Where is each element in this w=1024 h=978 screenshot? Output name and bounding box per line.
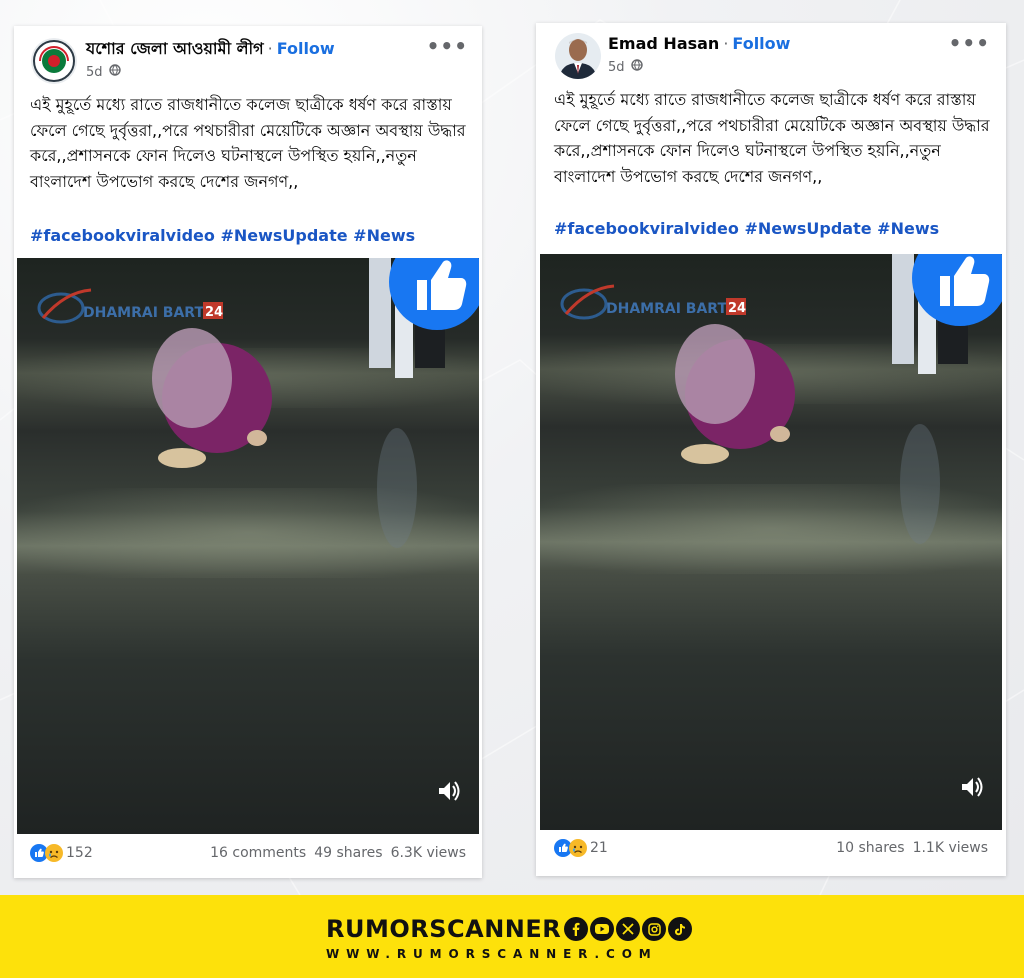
post-header: যশোর জেলা আওয়ামী লীগ · Follow 5d ••• (14, 26, 482, 88)
author-name[interactable]: Emad Hasan (608, 34, 719, 53)
facebook-icon[interactable] (564, 917, 589, 941)
post-time[interactable]: 5d (608, 60, 625, 75)
post-hashtags[interactable]: #facebookviralvideo #NewsUpdate #News (30, 226, 415, 245)
post-text: এই মুহূর্তে মধ্যে রাতে রাজধানীতে কলেজ ছা… (554, 90, 990, 186)
post-meta: 5d (608, 59, 643, 75)
author-name[interactable]: যশোর জেলা আওয়ামী লীগ (86, 39, 264, 58)
news-watermark-logo: DHAMRAI BARTA 24 (558, 278, 758, 332)
sad-icon (45, 844, 63, 862)
facebook-post-card-1: যশোর জেলা আওয়ামী লীগ · Follow 5d ••• এই ম… (14, 26, 482, 878)
separator-dot: · (267, 39, 273, 58)
shares-count[interactable]: 49 shares (314, 845, 382, 861)
watermark-text: DHAMRAI BARTA (606, 301, 737, 317)
comments-count[interactable]: 16 comments (210, 845, 306, 861)
shares-count[interactable]: 10 shares (836, 840, 904, 856)
brand-row: RUMORSCANNER (326, 915, 693, 943)
video-frame (540, 254, 1002, 574)
video-frame (17, 258, 479, 578)
like-overlay-icon (387, 258, 479, 336)
views-count: 6.3K views (390, 845, 466, 861)
more-options-button[interactable]: ••• (949, 31, 990, 55)
website-url[interactable]: WWW.RUMORSCANNER.COM (326, 947, 690, 961)
tiktok-icon[interactable] (668, 917, 693, 941)
reactions[interactable]: 21 (554, 839, 608, 857)
profile-avatar[interactable] (555, 33, 601, 79)
brand-name: RUMORSCANNER (326, 915, 562, 943)
globe-icon (630, 59, 643, 75)
follow-button[interactable]: Follow (277, 39, 335, 58)
reaction-count: 21 (590, 840, 608, 856)
engagement-bar: 152 16 comments 49 shares 6.3K views (30, 844, 466, 862)
watermark-number: 24 (205, 305, 223, 320)
reactions[interactable]: 152 (30, 844, 93, 862)
separator-dot: · (723, 34, 729, 53)
volume-icon[interactable] (437, 780, 461, 806)
social-icons (564, 917, 693, 941)
post-header: Emad Hasan · Follow 5d ••• (536, 23, 1006, 85)
more-options-button[interactable]: ••• (427, 34, 468, 58)
rumorscanner-footer: RUMORSCANNER WWW.RUMORSCANNER.COM (0, 895, 1024, 978)
post-time[interactable]: 5d (86, 65, 103, 80)
reaction-icons (30, 844, 63, 862)
post-text: এই মুহূর্তে মধ্যে রাতে রাজধানীতে কলেজ ছা… (30, 95, 466, 191)
post-counts: 10 shares 1.1K views (836, 840, 988, 856)
views-count: 1.1K views (912, 840, 988, 856)
globe-icon (108, 64, 121, 80)
like-overlay-icon (910, 254, 1002, 332)
instagram-icon[interactable] (642, 917, 667, 941)
volume-icon[interactable] (960, 776, 984, 802)
sad-icon (569, 839, 587, 857)
x-icon[interactable] (616, 917, 641, 941)
post-counts: 16 comments 49 shares 6.3K views (210, 845, 466, 861)
page-avatar[interactable] (31, 38, 77, 84)
news-watermark-logo: DHAMRAI BARTA 24 (35, 282, 235, 336)
follow-button[interactable]: Follow (732, 34, 790, 53)
reaction-icons (554, 839, 587, 857)
post-hashtags[interactable]: #facebookviralvideo #NewsUpdate #News (554, 219, 939, 238)
watermark-text: DHAMRAI BARTA (83, 305, 214, 321)
youtube-icon[interactable] (590, 917, 615, 941)
video-player[interactable]: DHAMRAI BARTA 24 (540, 254, 1002, 830)
post-author-row: Emad Hasan · Follow (608, 34, 790, 53)
reaction-count: 152 (66, 845, 93, 861)
post-meta: 5d (86, 64, 121, 80)
engagement-bar: 21 10 shares 1.1K views (554, 839, 988, 857)
post-author-row: যশোর জেলা আওয়ামী লীগ · Follow (86, 36, 335, 63)
facebook-post-card-2: Emad Hasan · Follow 5d ••• এই মুহূর্তে মধ্… (536, 23, 1006, 876)
video-player[interactable]: DHAMRAI BARTA 24 (17, 258, 479, 834)
watermark-number: 24 (728, 301, 746, 316)
